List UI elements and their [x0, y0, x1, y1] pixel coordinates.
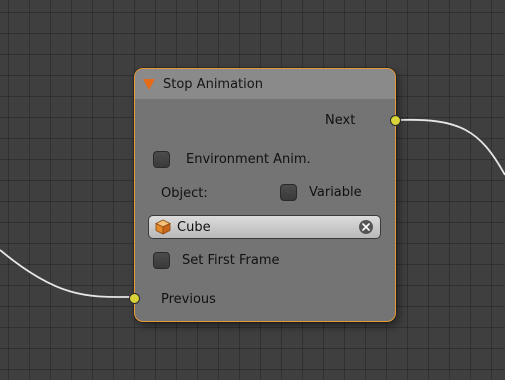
- object-label: Object:: [161, 186, 208, 201]
- environment-anim-label: Environment Anim.: [186, 152, 311, 167]
- variable-label: Variable: [309, 185, 362, 200]
- set-first-frame-label: Set First Frame: [182, 253, 280, 268]
- node-title: Stop Animation: [163, 76, 263, 92]
- previous-socket-label: Previous: [161, 292, 216, 307]
- node-header[interactable]: Stop Animation: [135, 69, 395, 99]
- environment-anim-toggle[interactable]: Environment Anim.: [153, 151, 311, 168]
- previous-input-socket[interactable]: [129, 293, 140, 304]
- set-first-frame-toggle[interactable]: Set First Frame: [153, 252, 279, 269]
- variable-checkbox[interactable]: [280, 184, 297, 201]
- clear-icon[interactable]: [359, 220, 373, 234]
- stop-animation-node[interactable]: Stop Animation Next Environment Anim. Ob…: [129, 68, 401, 322]
- object-value: Cube: [177, 219, 211, 235]
- cube-icon: [155, 219, 171, 235]
- next-output-socket[interactable]: [390, 115, 401, 126]
- variable-toggle[interactable]: Variable: [280, 184, 362, 201]
- set-first-frame-checkbox[interactable]: [153, 252, 170, 269]
- object-selector[interactable]: Cube: [148, 215, 381, 239]
- triangle-down-icon[interactable]: [143, 78, 155, 90]
- environment-anim-checkbox[interactable]: [153, 151, 170, 168]
- next-socket-label: Next: [325, 113, 356, 128]
